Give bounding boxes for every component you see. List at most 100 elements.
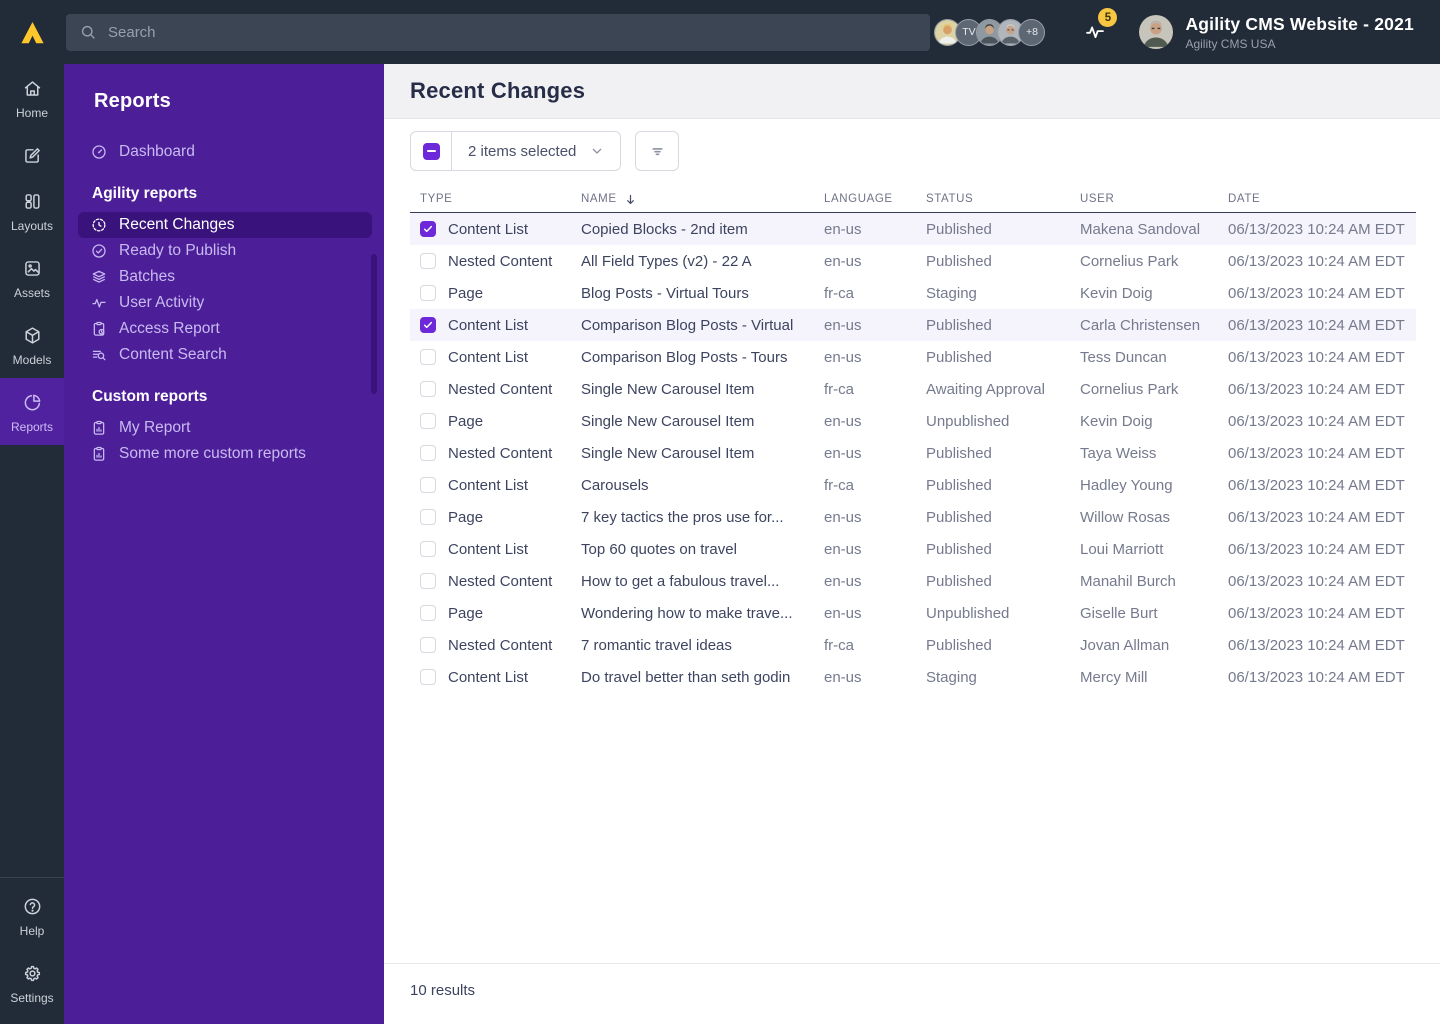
- sidebar-scrollbar[interactable]: [371, 254, 377, 394]
- table-row[interactable]: Nested Content How to get a fabulous trav…: [410, 565, 1416, 597]
- user-avatar[interactable]: [1139, 15, 1174, 49]
- row-type: Content List: [448, 668, 529, 686]
- row-checkbox-cell: [420, 317, 448, 333]
- rail-item-layouts[interactable]: Layouts: [0, 177, 64, 244]
- table-row[interactable]: Page Single New Carousel Item en-us Unpubli…: [410, 405, 1416, 437]
- agility-logo[interactable]: [0, 17, 64, 48]
- column-header-status[interactable]: STATUS: [926, 193, 1080, 205]
- column-header-name[interactable]: NAME: [581, 192, 824, 207]
- table-body: Content List Copied Blocks - 2nd item en-u…: [410, 213, 1416, 693]
- reports-sidebar: Reports Dashboard Agility reports Recent C…: [64, 64, 384, 1024]
- row-checkbox[interactable]: [420, 669, 436, 685]
- table-row[interactable]: Content List Comparison Blog Posts - Tour…: [410, 341, 1416, 373]
- row-status: Published: [926, 540, 992, 558]
- rail-item-compose[interactable]: [0, 131, 64, 177]
- row-checkbox[interactable]: [420, 413, 436, 429]
- row-date: 06/13/2023 10:24 AM EDT: [1228, 476, 1405, 494]
- row-language: fr-ca: [824, 284, 854, 302]
- row-user: Cornelius Park: [1080, 380, 1179, 398]
- clipboard-chart-icon: [90, 419, 108, 437]
- search-bar[interactable]: [66, 13, 930, 51]
- sidebar-item-my-report[interactable]: My Report: [78, 415, 372, 441]
- sidebar-item-recent-changes[interactable]: Recent Changes: [78, 212, 372, 238]
- sidebar-item-user-activity[interactable]: User Activity: [78, 290, 372, 316]
- rail-item-assets[interactable]: Assets: [0, 244, 64, 311]
- row-checkbox[interactable]: [420, 605, 436, 621]
- models-icon: [22, 325, 43, 346]
- table-row[interactable]: Content List Top 60 quotes on travel en-us…: [410, 533, 1416, 565]
- rail-item-settings[interactable]: Settings: [0, 949, 64, 1016]
- sidebar-item-ready-to-publish[interactable]: Ready to Publish: [78, 238, 372, 264]
- table-row[interactable]: Content List Do travel better than seth g…: [410, 661, 1416, 693]
- column-header-user[interactable]: USER: [1080, 193, 1228, 205]
- sidebar-item-content-search[interactable]: Content Search: [78, 342, 372, 368]
- table-row[interactable]: Nested Content Single New Carousel Item en…: [410, 437, 1416, 469]
- row-checkbox[interactable]: [420, 317, 436, 333]
- activity-button[interactable]: 5: [1083, 8, 1118, 44]
- column-header-language[interactable]: LANGUAGE: [824, 193, 926, 205]
- row-name: Single New Carousel Item: [581, 380, 755, 398]
- row-checkbox[interactable]: [420, 349, 436, 365]
- table-row[interactable]: Nested Content 7 romantic travel ideas fr-…: [410, 629, 1416, 661]
- rail-item-models[interactable]: Models: [0, 311, 64, 378]
- table-row[interactable]: Content List Copied Blocks - 2nd item en-u…: [410, 213, 1416, 245]
- table-row[interactable]: Page 7 key tactics the pros use for... en-…: [410, 501, 1416, 533]
- row-checkbox[interactable]: [420, 285, 436, 301]
- rail-item-help[interactable]: Help: [0, 882, 64, 949]
- row-checkbox[interactable]: [420, 221, 436, 237]
- row-date: 06/13/2023 10:24 AM EDT: [1228, 444, 1405, 462]
- row-checkbox[interactable]: [420, 573, 436, 589]
- sidebar-item-some-more-custom-reports[interactable]: Some more custom reports: [78, 441, 372, 467]
- avatar-initials[interactable]: +8: [1018, 18, 1046, 46]
- search-input[interactable]: [108, 23, 917, 41]
- row-type: Page: [448, 508, 484, 526]
- sidebar-entries: Dashboard Agility reports Recent Changes Re…: [78, 139, 372, 467]
- sidebar-item-access-report[interactable]: Access Report: [78, 316, 372, 342]
- filter-button[interactable]: [635, 131, 680, 171]
- row-checkbox[interactable]: [420, 253, 436, 269]
- sidebar-item-batches[interactable]: Batches: [78, 264, 372, 290]
- rail-item-reports[interactable]: Reports: [0, 378, 64, 445]
- row-type: Content List: [448, 316, 529, 334]
- row-language: en-us: [824, 316, 862, 334]
- row-status: Published: [926, 636, 992, 654]
- selection-label: 2 items selected: [468, 142, 577, 160]
- sidebar-item-label: Some more custom reports: [119, 445, 306, 462]
- row-checkbox[interactable]: [420, 637, 436, 653]
- avatar-group[interactable]: TV +8: [934, 18, 1046, 46]
- settings-icon: [22, 963, 43, 984]
- row-checkbox[interactable]: [420, 381, 436, 397]
- selection-dropdown[interactable]: 2 items selected: [452, 132, 620, 170]
- table-row[interactable]: Content List Comparison Blog Posts - Virt…: [410, 309, 1416, 341]
- sidebar-item-dashboard[interactable]: Dashboard: [78, 139, 372, 165]
- rail-bottom: Help Settings: [0, 878, 64, 1024]
- agility-logo-icon: [17, 17, 48, 48]
- rail-item-label: Help: [19, 924, 45, 938]
- table-row[interactable]: Page Blog Posts - Virtual Tours fr-ca Stagi…: [410, 277, 1416, 309]
- table-row[interactable]: Nested Content All Field Types (v2) - 22 …: [410, 245, 1416, 277]
- row-date: 06/13/2023 10:24 AM EDT: [1228, 668, 1405, 686]
- row-user: Giselle Burt: [1080, 604, 1158, 622]
- column-header-type[interactable]: TYPE: [420, 193, 581, 205]
- row-checkbox[interactable]: [420, 477, 436, 493]
- dashboard-icon: [90, 143, 108, 161]
- row-checkbox[interactable]: [420, 541, 436, 557]
- table-row[interactable]: Content List Carousels fr-ca Published Hadle…: [410, 469, 1416, 501]
- row-checkbox-cell: [420, 253, 448, 269]
- row-checkbox[interactable]: [420, 445, 436, 461]
- row-status: Published: [926, 476, 992, 494]
- rail-item-label: Settings: [10, 991, 54, 1005]
- table-row[interactable]: Nested Content Single New Carousel Item fr…: [410, 373, 1416, 405]
- table-row[interactable]: Page Wondering how to make trave... en-us U…: [410, 597, 1416, 629]
- row-checkbox[interactable]: [420, 509, 436, 525]
- select-all-checkbox[interactable]: [411, 132, 452, 170]
- rail-item-home[interactable]: Home: [0, 64, 64, 131]
- row-type: Page: [448, 412, 484, 430]
- main-content: Recent Changes 2 items selected TYPE NAM…: [384, 64, 1440, 1024]
- reports-icon: [22, 392, 43, 413]
- row-checkbox-cell: [420, 221, 448, 237]
- page-header: Recent Changes: [384, 64, 1440, 119]
- column-header-date[interactable]: DATE: [1228, 193, 1416, 205]
- row-name: Top 60 quotes on travel: [581, 540, 737, 558]
- instance-switcher[interactable]: Agility CMS Website - 2021 Agility CMS U…: [1185, 14, 1414, 51]
